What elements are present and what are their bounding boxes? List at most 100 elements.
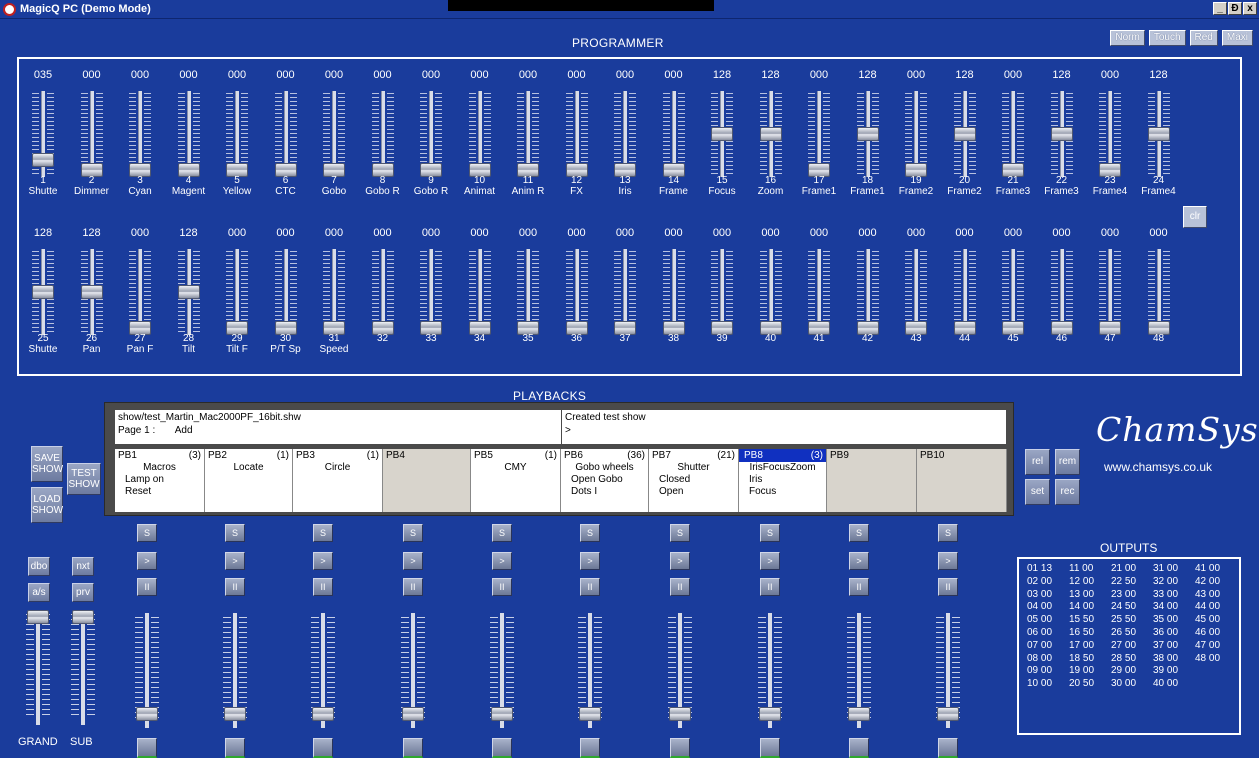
s-button[interactable]: S [670, 524, 690, 542]
pause-button[interactable]: II [225, 578, 245, 596]
fader-knob[interactable] [80, 285, 103, 299]
fader-knob[interactable] [72, 610, 94, 624]
fader-knob[interactable] [669, 707, 691, 721]
mode-maxi-button[interactable]: Maxi [1221, 30, 1253, 46]
fader-knob[interactable] [32, 285, 54, 299]
pause-button[interactable]: II [492, 578, 512, 596]
clear-button[interactable]: clr [1183, 206, 1207, 228]
restore-button[interactable]: Ɖ [1228, 2, 1242, 15]
fader-knob[interactable] [1050, 127, 1073, 141]
playback-fader[interactable] [127, 613, 167, 738]
rel-button[interactable]: rel [1025, 449, 1050, 475]
s-button[interactable]: S [492, 524, 512, 542]
go-button[interactable]: > [938, 552, 958, 570]
sub-master-fader[interactable] [63, 610, 103, 735]
fader-knob[interactable] [711, 127, 733, 141]
fader-knob[interactable] [312, 707, 334, 721]
fader-knob[interactable] [953, 127, 976, 141]
pause-button[interactable]: II [760, 578, 780, 596]
s-button[interactable]: S [938, 524, 958, 542]
flash-button[interactable] [580, 738, 600, 758]
fader-knob[interactable] [177, 285, 200, 299]
fader-knob[interactable] [759, 127, 782, 141]
previous-button[interactable]: prv [72, 583, 94, 602]
minimize-button[interactable]: _ [1213, 2, 1227, 15]
flash-button[interactable] [670, 738, 690, 758]
playback-cell[interactable]: PB5 (1) CMY [471, 449, 561, 512]
test-show-button[interactable]: TEST SHOW [67, 463, 101, 495]
pause-button[interactable]: II [938, 578, 958, 596]
playback-fader[interactable] [928, 613, 968, 738]
s-button[interactable]: S [760, 524, 780, 542]
add-swap-button[interactable]: a/s [28, 583, 50, 602]
go-button[interactable]: > [137, 552, 157, 570]
playback-cell[interactable]: PB10 [917, 449, 1007, 512]
go-button[interactable]: > [403, 552, 423, 570]
go-button[interactable]: > [670, 552, 690, 570]
s-button[interactable]: S [849, 524, 869, 542]
go-button[interactable]: > [313, 552, 333, 570]
pause-button[interactable]: II [403, 578, 423, 596]
close-button[interactable]: x [1243, 2, 1257, 15]
playback-cell[interactable]: PB1 (3) Macros Lamp on Reset [115, 449, 205, 512]
fader-knob[interactable] [579, 707, 601, 721]
mode-touch-button[interactable]: Touch [1148, 30, 1186, 46]
fader-knob[interactable] [937, 707, 959, 721]
fader-knob[interactable] [136, 707, 158, 721]
playback-fader[interactable] [482, 613, 522, 738]
flash-button[interactable] [938, 738, 958, 758]
s-button[interactable]: S [313, 524, 333, 542]
playback-fader[interactable] [750, 613, 790, 738]
flash-button[interactable] [137, 738, 157, 758]
fader-knob[interactable] [402, 707, 424, 721]
playback-cell[interactable]: PB2 (1) Locate [205, 449, 293, 512]
pause-button[interactable]: II [580, 578, 600, 596]
fader-knob[interactable] [32, 153, 54, 167]
go-button[interactable]: > [760, 552, 780, 570]
playback-fader[interactable] [303, 613, 343, 738]
grand-master-fader[interactable] [18, 610, 58, 735]
flash-button[interactable] [225, 738, 245, 758]
playback-fader[interactable] [660, 613, 700, 738]
playback-cell[interactable]: PB6 (36) Gobo wheels Open Gobo Dots I [561, 449, 649, 512]
playback-fader[interactable] [570, 613, 610, 738]
rec-button[interactable]: rec [1055, 479, 1080, 505]
fader-knob[interactable] [224, 707, 246, 721]
s-button[interactable]: S [403, 524, 423, 542]
flash-button[interactable] [403, 738, 423, 758]
flash-button[interactable] [760, 738, 780, 758]
playback-fader[interactable] [215, 613, 255, 738]
dbo-button[interactable]: dbo [28, 557, 50, 576]
playback-cell[interactable]: PB7 (21) Shutter Closed Open [649, 449, 739, 512]
flash-button[interactable] [313, 738, 333, 758]
playback-fader[interactable] [393, 613, 433, 738]
playback-cell[interactable]: PB9 [827, 449, 917, 512]
pause-button[interactable]: II [313, 578, 333, 596]
playback-cell[interactable]: PB4 [383, 449, 471, 512]
next-button[interactable]: nxt [72, 557, 94, 576]
pause-button[interactable]: II [849, 578, 869, 596]
set-button[interactable]: set [1025, 479, 1050, 505]
save-show-button[interactable]: SAVE SHOW [31, 446, 63, 482]
load-show-button[interactable]: LOAD SHOW [31, 487, 63, 523]
mode-norm-button[interactable]: Norm [1110, 30, 1145, 46]
fader-knob[interactable] [856, 127, 879, 141]
playback-fader[interactable] [839, 613, 879, 738]
fader-knob[interactable] [491, 707, 513, 721]
go-button[interactable]: > [849, 552, 869, 570]
go-button[interactable]: > [492, 552, 512, 570]
mode-red-button[interactable]: Red [1189, 30, 1218, 46]
command-prompt[interactable]: > [565, 424, 1003, 437]
flash-button[interactable] [492, 738, 512, 758]
fader-knob[interactable] [1147, 127, 1170, 141]
fader-knob[interactable] [27, 610, 49, 624]
flash-button[interactable] [849, 738, 869, 758]
s-button[interactable]: S [580, 524, 600, 542]
go-button[interactable]: > [580, 552, 600, 570]
fader-knob[interactable] [848, 707, 870, 721]
rem-button[interactable]: rem [1055, 449, 1080, 475]
s-button[interactable]: S [225, 524, 245, 542]
fader-knob[interactable] [759, 707, 781, 721]
go-button[interactable]: > [225, 552, 245, 570]
pause-button[interactable]: II [137, 578, 157, 596]
